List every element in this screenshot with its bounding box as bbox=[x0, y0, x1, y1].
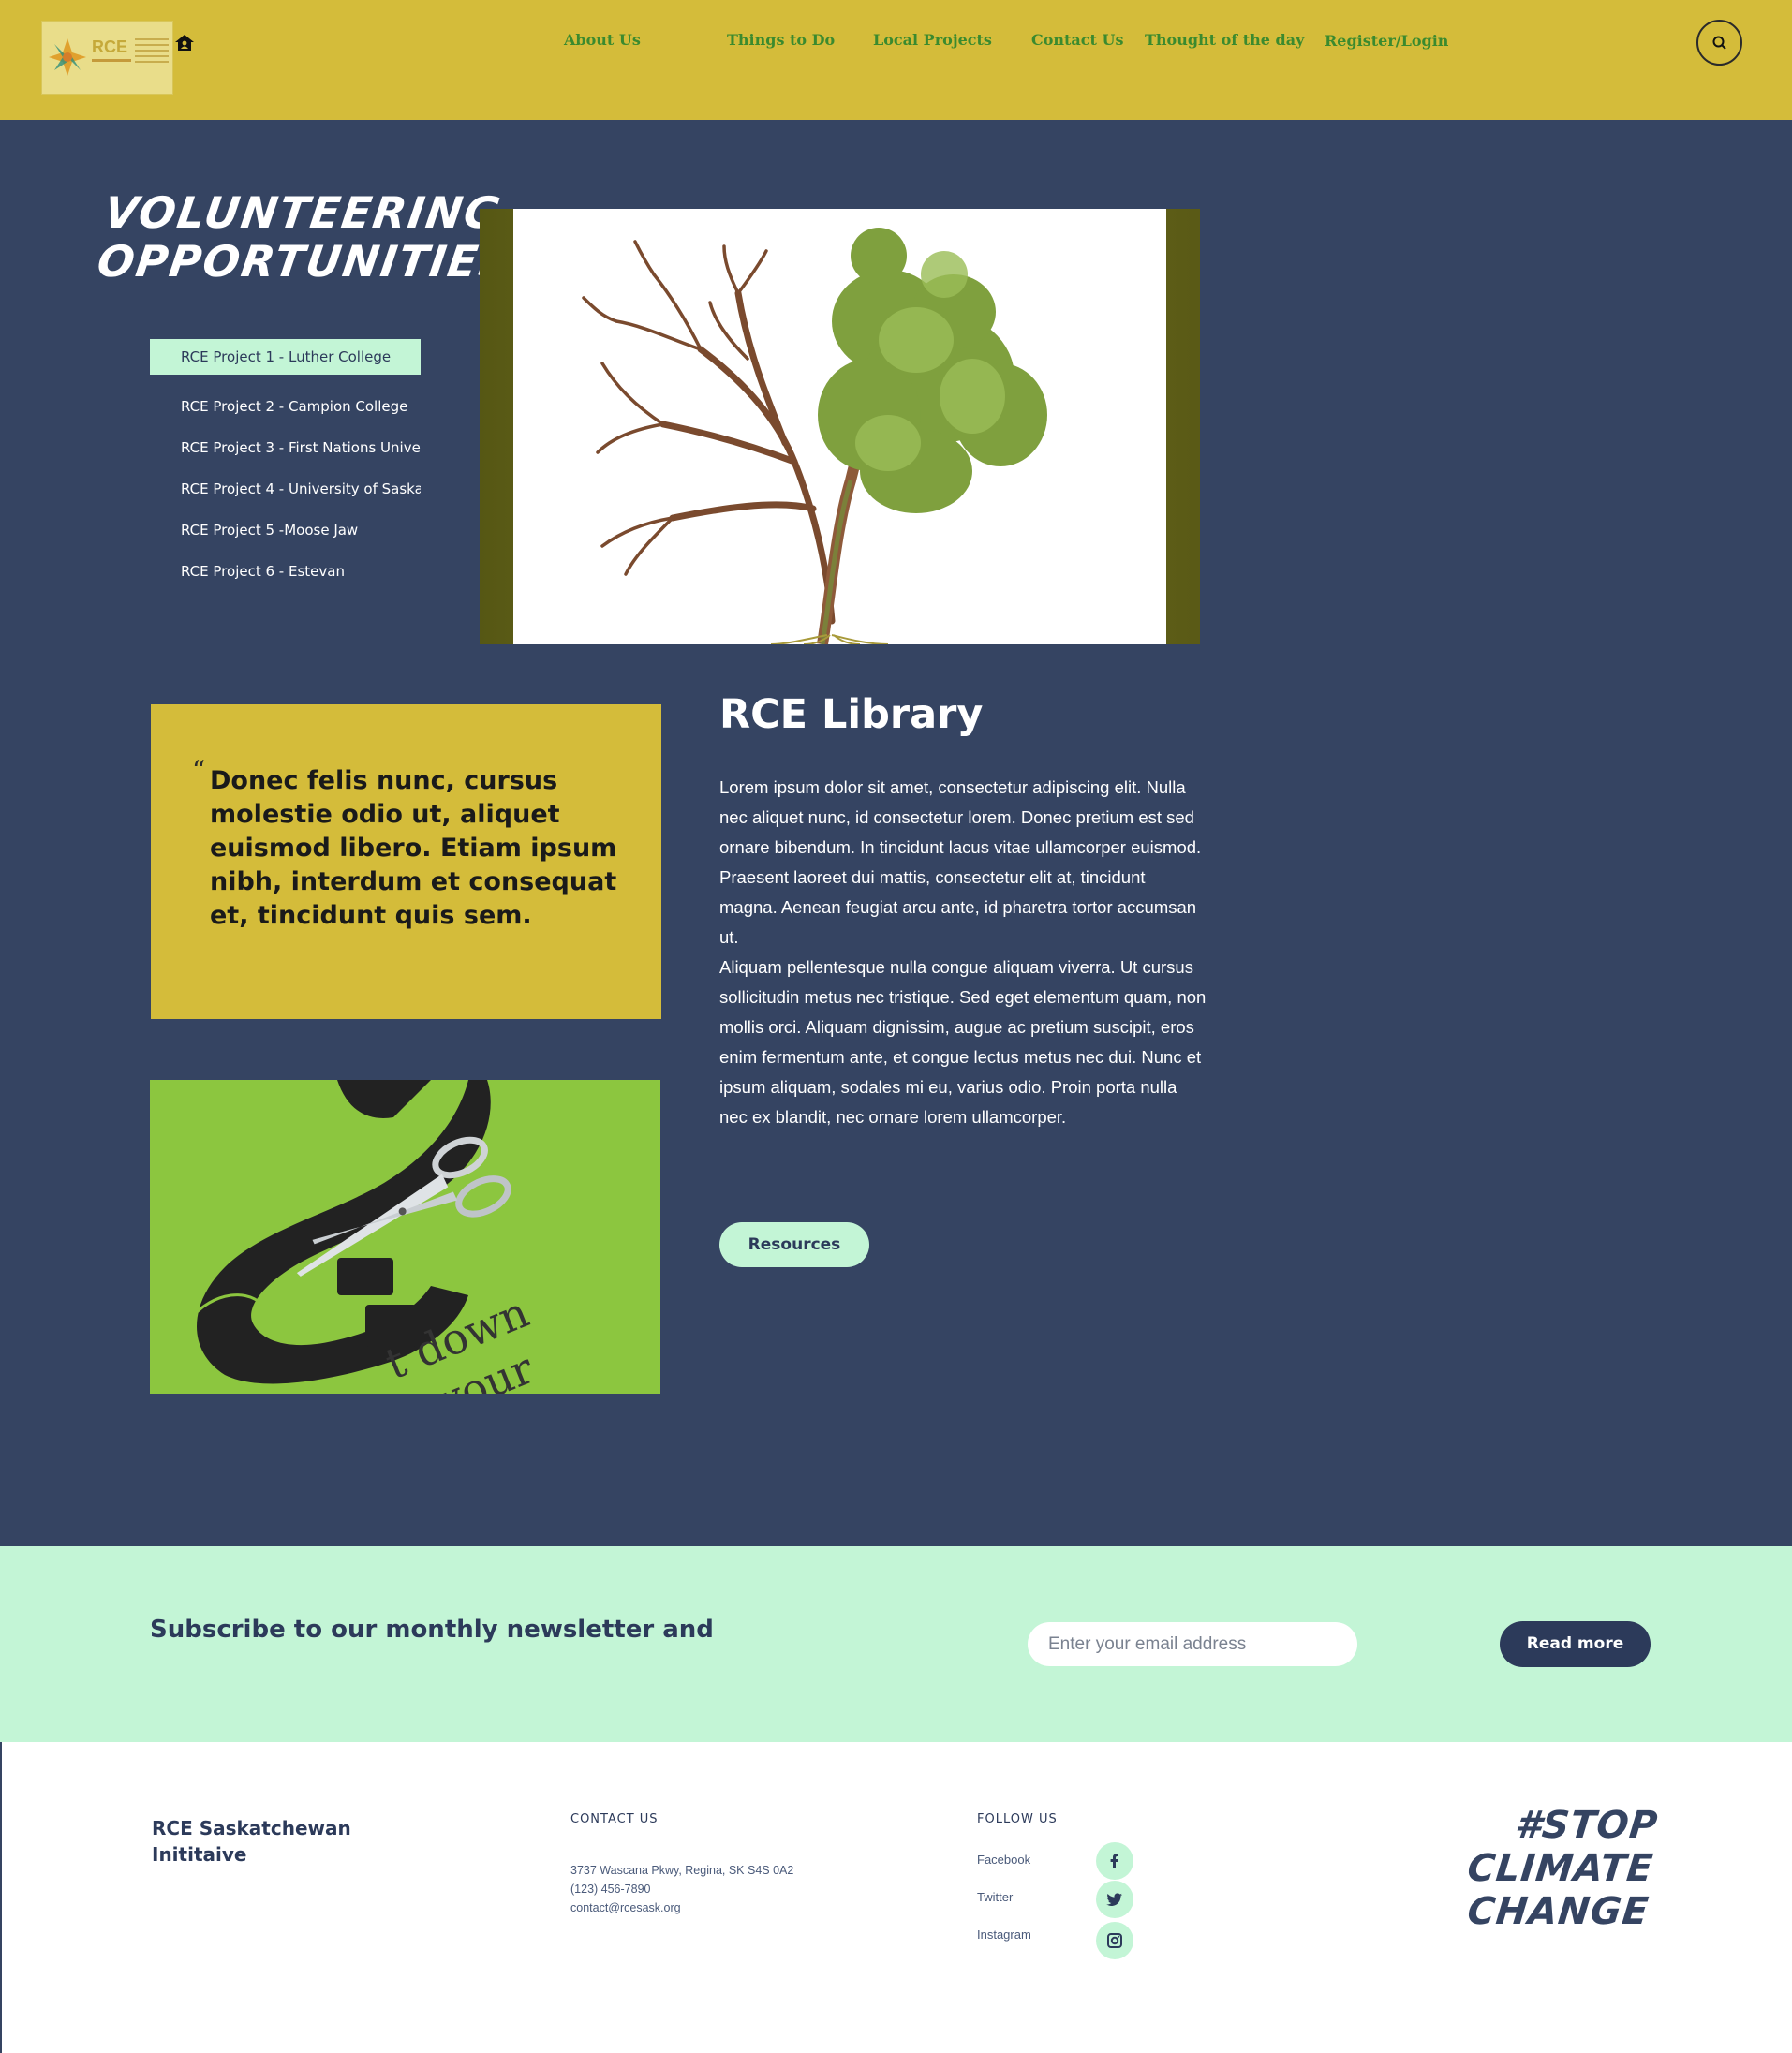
nav-register-login[interactable]: Register/Login bbox=[1325, 32, 1448, 50]
scissors-cutting-footprint-icon: t down your bbox=[185, 1080, 541, 1394]
nav-things-to-do[interactable]: Things to Do bbox=[727, 31, 835, 49]
search-button[interactable] bbox=[1696, 20, 1742, 66]
page-title-line1: VOLUNTEERING bbox=[100, 187, 506, 238]
site-header: RCE About Us Things to Do Local Projects… bbox=[0, 0, 1792, 120]
library-title: RCE Library bbox=[719, 691, 984, 738]
project-menu-item-4[interactable]: RCE Project 4 - University of Saskatchew… bbox=[150, 471, 421, 507]
rce-logo[interactable]: RCE bbox=[41, 21, 173, 95]
facebook-icon[interactable] bbox=[1096, 1842, 1133, 1880]
nav-contact-us[interactable]: Contact Us bbox=[1031, 31, 1123, 49]
project-menu-item-2[interactable]: RCE Project 2 - Campion College bbox=[150, 389, 421, 424]
newsletter-text: Subscribe to our monthly newsletter and bbox=[150, 1616, 714, 1644]
page-title: VOLUNTEERING OPPORTUNITIES bbox=[94, 187, 523, 287]
home-icon[interactable] bbox=[173, 32, 196, 54]
search-icon bbox=[1712, 36, 1726, 50]
stop-climate-change-slogan: #STOP CLIMATE CHANGE bbox=[1455, 1804, 1661, 1933]
footer-contact-heading: CONTACT US bbox=[570, 1812, 659, 1826]
project-menu-item-1[interactable]: RCE Project 1 - Luther College bbox=[150, 339, 421, 375]
twitter-icon[interactable] bbox=[1096, 1881, 1133, 1918]
rce-emblem-icon bbox=[49, 38, 86, 76]
footer-follow-heading: FOLLOW US bbox=[977, 1812, 1058, 1826]
footer-email[interactable]: contact@rcesask.org bbox=[570, 1901, 681, 1914]
resources-button[interactable]: Resources bbox=[719, 1222, 869, 1267]
project-menu-item-5[interactable]: RCE Project 5 -Moose Jaw bbox=[150, 512, 421, 548]
tree-illustration bbox=[513, 209, 1166, 645]
project-menu-item-3[interactable]: RCE Project 3 - First Nations University… bbox=[150, 430, 421, 465]
library-paragraph-2: Aliquam pellentesque nulla congue aliqua… bbox=[719, 957, 1207, 1127]
slogan-line3: CHANGE bbox=[1465, 1890, 1651, 1933]
slogan-line1: #STOP bbox=[1513, 1804, 1661, 1847]
hero-tree-image bbox=[480, 209, 1200, 645]
library-paragraph-1: Lorem ipsum dolor sit amet, consectetur … bbox=[719, 777, 1202, 947]
quote-text: Donec felis nunc, cursus molestie odio u… bbox=[210, 766, 617, 930]
twitter-link[interactable]: Twitter bbox=[977, 1890, 1013, 1904]
instagram-icon[interactable] bbox=[1096, 1922, 1133, 1959]
project-menu-item-6[interactable]: RCE Project 6 - Estevan bbox=[150, 554, 421, 589]
footer-org-name: RCE Saskatchewan Inititaive bbox=[152, 1817, 351, 1866]
nav-thought-of-the-day[interactable]: Thought of the day bbox=[1145, 31, 1304, 49]
nav-local-projects[interactable]: Local Projects bbox=[873, 31, 992, 49]
read-more-button[interactable]: Read more bbox=[1500, 1621, 1651, 1667]
cut-down-image: t down your bbox=[150, 1080, 660, 1394]
facebook-link[interactable]: Facebook bbox=[977, 1853, 1030, 1867]
half-bare-half-leafy-tree-icon bbox=[582, 228, 1047, 645]
email-input[interactable] bbox=[1028, 1622, 1357, 1666]
slogan-line2: CLIMATE bbox=[1465, 1847, 1656, 1890]
instagram-link[interactable]: Instagram bbox=[977, 1927, 1031, 1942]
page-title-line2: OPPORTUNITIES bbox=[94, 236, 516, 287]
logo-caption-bar bbox=[92, 59, 131, 62]
footer-phone[interactable]: (123) 456-7890 bbox=[570, 1883, 650, 1896]
nav-about-us[interactable]: About Us bbox=[564, 31, 641, 49]
logo-tagline bbox=[135, 38, 169, 66]
footer-address: 3737 Wascana Pkwy, Regina, SK S4S 0A2 bbox=[570, 1864, 794, 1877]
quote-mark: “ bbox=[192, 755, 206, 786]
logo-text: RCE bbox=[92, 37, 128, 56]
